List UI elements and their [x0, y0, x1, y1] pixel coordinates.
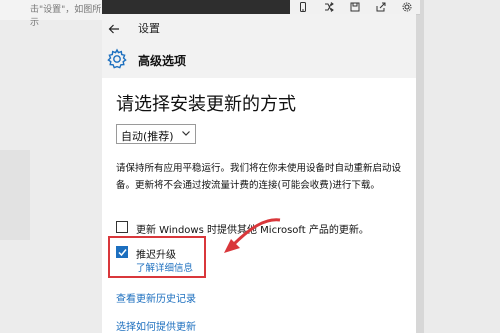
- page-header: 高级选项: [102, 42, 416, 78]
- window-title: 设置: [138, 22, 160, 35]
- background-left-header: 击"设置"，如图所示: [0, 0, 102, 28]
- chevron-down-icon: [181, 128, 191, 141]
- settings-window: 设置 高级选项 请选择安装更新的方式 自动(推荐) 请保持所有应用平稳运行。我们…: [102, 14, 416, 333]
- section-heading: 请选择安装更新的方式: [116, 94, 296, 115]
- background-left-text: 击"设置"，如图所示: [30, 5, 102, 28]
- dropdown-value: 自动(推荐): [121, 130, 174, 143]
- learn-more-link[interactable]: 了解详细信息: [136, 260, 193, 274]
- update-history-link[interactable]: 查看更新历史记录: [116, 290, 196, 305]
- title-bar: 设置: [102, 14, 416, 42]
- background-right-strip: [416, 0, 424, 333]
- defer-upgrades-label: 推迟升级: [136, 250, 176, 261]
- page-title: 高级选项: [138, 54, 187, 68]
- image-toolbar: [290, 0, 420, 15]
- background-left-block: [0, 150, 30, 240]
- description-text: 请保持所有应用平稳运行。我们将在你未使用设备时自动重新启动设备。更新将不会通过按…: [116, 163, 402, 191]
- save-icon[interactable]: [348, 1, 362, 13]
- gear-icon[interactable]: [400, 1, 414, 13]
- settings-gear-icon: [106, 48, 128, 70]
- other-products-checkbox[interactable]: [116, 221, 128, 233]
- background-right-panel: [416, 0, 500, 333]
- back-arrow-icon[interactable]: [108, 20, 124, 36]
- install-method-dropdown[interactable]: 自动(推荐): [116, 124, 196, 144]
- defer-upgrades-checkbox[interactable]: [116, 246, 128, 258]
- share-icon[interactable]: [374, 1, 388, 13]
- shuffle-icon[interactable]: [322, 1, 336, 13]
- delivery-options-link[interactable]: 选择如何提供更新: [116, 318, 196, 333]
- phone-icon[interactable]: [296, 1, 310, 13]
- red-arrow-icon: [224, 218, 281, 253]
- checkmark-icon: [117, 248, 127, 256]
